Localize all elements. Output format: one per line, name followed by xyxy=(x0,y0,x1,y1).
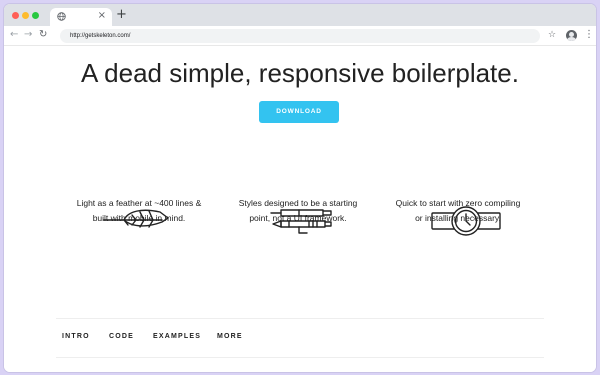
feature-text-line: point, not a UI framework. xyxy=(249,213,347,223)
forward-arrow-icon[interactable]: → xyxy=(24,29,32,41)
browser-toolbar: ← → ↻ http://getskeleton.com/ ☆ ⋮ xyxy=(4,26,596,46)
profile-avatar-icon[interactable] xyxy=(566,30,577,41)
nav-link-code[interactable]: CODE xyxy=(109,333,134,340)
browser-tab[interactable]: × xyxy=(50,8,112,26)
feature-text-line: Light as a feather at ~400 lines & xyxy=(76,198,202,208)
feature-quick-start: Quick to start with zero compiling or in… xyxy=(368,196,548,226)
globe-icon xyxy=(57,12,66,21)
close-tab-icon[interactable]: × xyxy=(98,10,106,21)
nav-link-more[interactable]: MORE xyxy=(217,333,243,340)
minimize-window-button[interactable] xyxy=(22,12,29,19)
download-button[interactable]: DOWNLOAD xyxy=(259,101,339,123)
browser-window: × + ← → ↻ http://getskeleton.com/ ☆ ⋮ A … xyxy=(4,4,596,372)
feature-lightweight: Light as a feather at ~400 lines & built… xyxy=(49,196,229,226)
feature-text-line: Quick to start with zero compiling xyxy=(395,198,521,208)
feature-text-line: Styles designed to be a starting xyxy=(238,198,358,208)
nav-divider xyxy=(56,318,544,319)
url-text[interactable]: http://getskeleton.com/ xyxy=(70,31,130,41)
feature-text-line: built with mobile in mind. xyxy=(92,213,186,223)
feature-text-line: or installing necessary. xyxy=(415,213,501,223)
feature-styles: Styles designed to be a starting point, … xyxy=(208,196,388,226)
maximize-window-button[interactable] xyxy=(32,12,39,19)
reload-icon[interactable]: ↻ xyxy=(39,29,47,41)
bookmark-star-icon[interactable]: ☆ xyxy=(548,29,556,41)
nav-link-intro[interactable]: INTRO xyxy=(62,333,90,340)
page-content: A dead simple, responsive boilerplate. D… xyxy=(4,46,596,372)
close-window-button[interactable] xyxy=(12,12,19,19)
page-headline: A dead simple, responsive boilerplate. xyxy=(81,58,519,88)
nav-divider xyxy=(56,357,544,358)
browser-menu-icon[interactable]: ⋮ xyxy=(584,29,594,41)
tab-bar: × + xyxy=(4,4,596,26)
nav-link-examples[interactable]: EXAMPLES xyxy=(153,333,201,340)
new-tab-button[interactable]: + xyxy=(116,8,127,22)
address-bar[interactable]: http://getskeleton.com/ xyxy=(60,29,540,43)
back-arrow-icon[interactable]: ← xyxy=(10,29,18,41)
